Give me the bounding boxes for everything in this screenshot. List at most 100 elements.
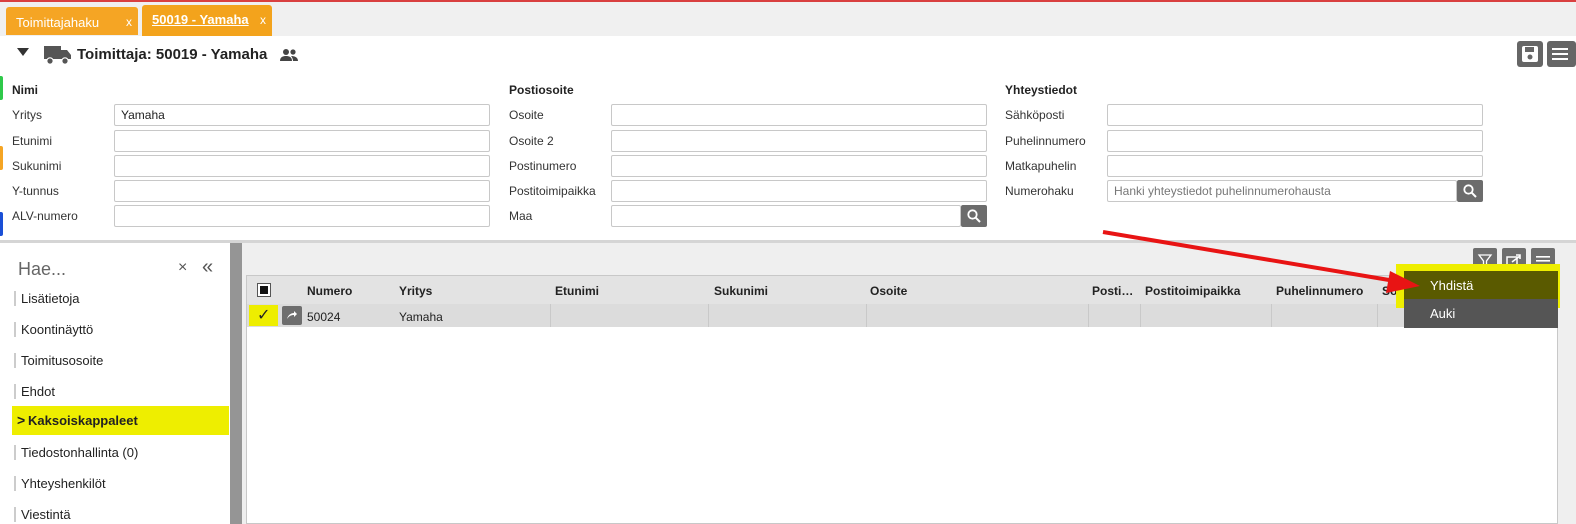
tab-yamaha[interactable]: 50019 - Yamaha x bbox=[142, 5, 272, 36]
sidebar-item-koontinaytto[interactable]: Koontinäyttö bbox=[12, 315, 229, 344]
column-header-numero[interactable]: Numero bbox=[307, 284, 352, 298]
osoite2-field[interactable] bbox=[611, 130, 987, 152]
vertical-splitter[interactable] bbox=[230, 243, 242, 524]
row-checkbox[interactable]: ✓ bbox=[249, 305, 278, 326]
sidebar-item-label: Tiedostonhallinta (0) bbox=[21, 445, 139, 460]
column-header-etunimi[interactable]: Etunimi bbox=[555, 284, 599, 298]
column-header-postitoimipaikka[interactable]: Postitoimipaikka bbox=[1145, 284, 1240, 298]
label-sukunimi: Sukunimi bbox=[12, 159, 62, 173]
tab-close-icon[interactable]: x bbox=[260, 13, 266, 27]
app-window: Toimittajahaku x 50019 - Yamaha x Toimit… bbox=[0, 0, 1576, 524]
sukunimi-field[interactable] bbox=[114, 155, 490, 177]
column-separator bbox=[866, 304, 867, 327]
column-separator bbox=[708, 304, 709, 327]
collapse-sidebar-icon[interactable]: « bbox=[202, 256, 213, 279]
label-matkapuhelin: Matkapuhelin bbox=[1005, 159, 1077, 173]
sahkoposti-field[interactable] bbox=[1107, 104, 1483, 126]
label-postinumero: Postinumero bbox=[509, 159, 577, 173]
sidebar-item-yhteyshenkilot[interactable]: Yhteyshenkilöt bbox=[12, 469, 229, 498]
sidebar-item-toimitusosoite[interactable]: Toimitusosoite bbox=[12, 346, 229, 375]
grid-dropdown-menu: Yhdistä Auki bbox=[1404, 271, 1558, 328]
label-postitoimipaikka: Postitoimipaikka bbox=[509, 184, 596, 198]
cell-yritys: Yamaha bbox=[399, 310, 443, 324]
label-numerohaku: Numerohaku bbox=[1005, 184, 1074, 198]
column-separator bbox=[1377, 304, 1378, 327]
table-row[interactable]: ✓ 50024 Yamaha bbox=[247, 304, 1557, 327]
column-header-postinumero[interactable]: Posti… bbox=[1092, 284, 1133, 298]
tab-close-icon[interactable]: x bbox=[126, 15, 132, 29]
sidebar-item-label: Koontinäyttö bbox=[21, 322, 94, 337]
item-marker bbox=[14, 476, 16, 491]
label-osoite2: Osoite 2 bbox=[509, 134, 554, 148]
supplier-form: Nimi Yritys Etunimi Sukunimi Y-tunnus AL… bbox=[0, 76, 1576, 240]
column-header-yritys[interactable]: Yritys bbox=[399, 284, 432, 298]
yritys-field[interactable] bbox=[114, 104, 490, 126]
numerohaku-search-button[interactable] bbox=[1457, 180, 1483, 202]
etunimi-field[interactable] bbox=[114, 130, 490, 152]
postinumero-field[interactable] bbox=[611, 155, 987, 177]
tab-toimittajahaku[interactable]: Toimittajahaku x bbox=[6, 7, 138, 35]
column-header-sukunimi[interactable]: Sukunimi bbox=[714, 284, 768, 298]
sidebar-item-label: Kaksoiskappaleet bbox=[28, 413, 138, 428]
contacts-icon[interactable] bbox=[279, 47, 299, 63]
puhelinnumero-field[interactable] bbox=[1107, 130, 1483, 152]
label-ytunnus: Y-tunnus bbox=[12, 184, 59, 198]
save-button[interactable] bbox=[1517, 41, 1543, 67]
item-marker bbox=[14, 507, 16, 522]
maa-field[interactable] bbox=[611, 205, 961, 227]
share-arrow-icon bbox=[287, 311, 297, 319]
column-header-puhelinnumero[interactable]: Puhelinnumero bbox=[1276, 284, 1363, 298]
menu-item-label: Yhdistä bbox=[1430, 278, 1474, 293]
sidebar-item-label: Yhteyshenkilöt bbox=[21, 476, 106, 491]
alv-field[interactable] bbox=[114, 205, 490, 227]
sidebar: Hae... × « Lisätietoja Koontinäyttö Toim… bbox=[0, 243, 230, 524]
label-osoite: Osoite bbox=[509, 108, 544, 122]
sidebar-item-kaksoiskappaleet[interactable]: > Kaksoiskappaleet bbox=[12, 406, 229, 435]
sidebar-item-label: Lisätietoja bbox=[21, 291, 80, 306]
section-heading-nimi: Nimi bbox=[12, 83, 39, 97]
item-marker bbox=[14, 445, 16, 460]
column-separator bbox=[1271, 304, 1272, 327]
tab-bar: Toimittajahaku x 50019 - Yamaha x bbox=[0, 0, 1576, 36]
column-separator bbox=[550, 304, 551, 327]
maa-search-button[interactable] bbox=[961, 205, 987, 227]
hamburger-icon bbox=[1552, 48, 1568, 60]
menu-item-label: Auki bbox=[1430, 306, 1456, 321]
column-separator bbox=[1088, 304, 1089, 327]
numerohaku-field[interactable] bbox=[1107, 180, 1457, 202]
cell-numero: 50024 bbox=[307, 310, 341, 324]
menu-item-auki[interactable]: Auki bbox=[1404, 299, 1558, 327]
header-menu-button[interactable] bbox=[1547, 41, 1576, 67]
open-row-button[interactable] bbox=[282, 306, 302, 325]
label-puhelinnumero: Puhelinnumero bbox=[1005, 134, 1086, 148]
postitoimipaikka-field[interactable] bbox=[611, 180, 987, 202]
menu-item-yhdista[interactable]: Yhdistä bbox=[1404, 271, 1558, 299]
sidebar-search[interactable]: Hae... × « bbox=[12, 251, 226, 281]
label-maa: Maa bbox=[509, 209, 533, 223]
duplicates-grid: Numero Yritys Etunimi Sukunimi Osoite Po… bbox=[246, 275, 1558, 524]
sidebar-item-label: Viestintä bbox=[21, 507, 71, 522]
column-separator bbox=[1140, 304, 1141, 327]
item-marker bbox=[14, 291, 16, 306]
sidebar-item-tiedostonhallinta[interactable]: Tiedostonhallinta (0) bbox=[12, 438, 229, 467]
sidebar-item-label: Ehdot bbox=[21, 384, 55, 399]
tab-label: 50019 - Yamaha bbox=[152, 12, 249, 27]
ytunnus-field[interactable] bbox=[114, 180, 490, 202]
truck-icon bbox=[44, 46, 71, 65]
item-marker bbox=[14, 384, 16, 399]
sidebar-item-lisatietoja[interactable]: Lisätietoja bbox=[12, 284, 229, 313]
collapse-triangle-icon[interactable] bbox=[17, 48, 29, 56]
column-header-osoite[interactable]: Osoite bbox=[870, 284, 907, 298]
label-sahkoposti: Sähköposti bbox=[1005, 108, 1065, 122]
sidebar-item-viestinta[interactable]: Viestintä bbox=[12, 500, 229, 524]
osoite-field[interactable] bbox=[611, 104, 987, 126]
search-icon bbox=[967, 209, 981, 223]
grid-header: Numero Yritys Etunimi Sukunimi Osoite Po… bbox=[247, 276, 1557, 304]
matkapuhelin-field[interactable] bbox=[1107, 155, 1483, 177]
page-title: Toimittaja: 50019 - Yamaha bbox=[77, 46, 268, 63]
sidebar-item-ehdot[interactable]: Ehdot bbox=[12, 377, 229, 406]
sidebar-search-input[interactable]: Hae... bbox=[18, 259, 66, 280]
select-all-checkbox[interactable] bbox=[257, 283, 271, 297]
clear-icon[interactable]: × bbox=[178, 259, 187, 277]
save-icon bbox=[1522, 46, 1538, 62]
